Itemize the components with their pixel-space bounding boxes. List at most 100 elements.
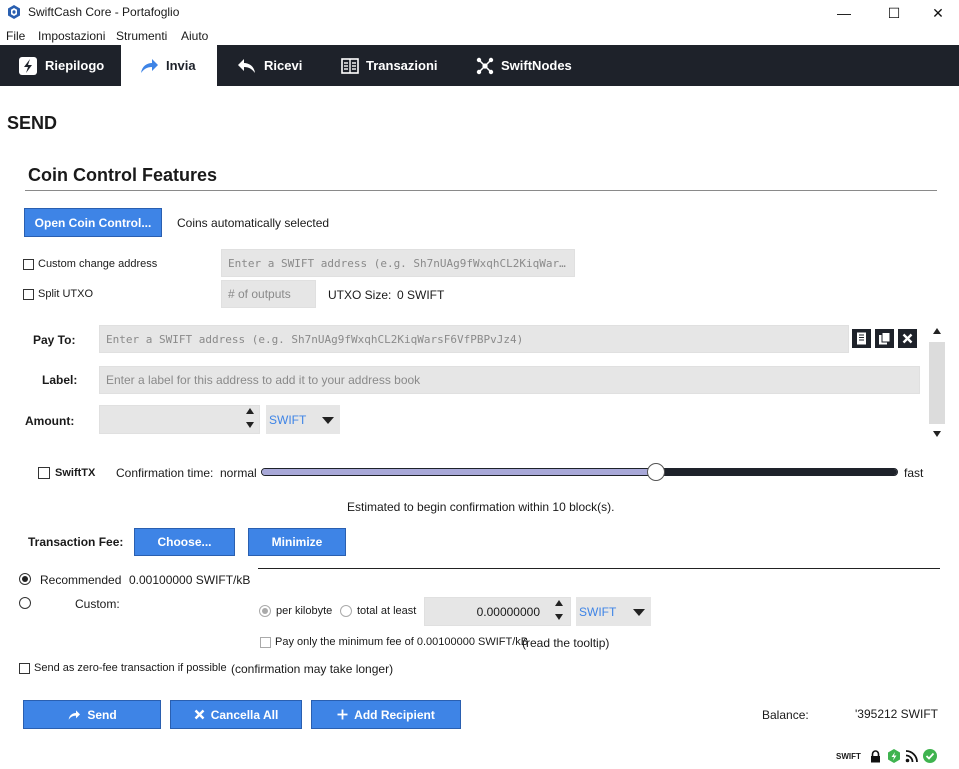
remove-recipient-button[interactable] [898,329,917,348]
menu-bar: File Impostazioni Strumenti Aiuto [0,26,959,45]
spin-down-icon[interactable] [245,420,255,429]
label-label: Label: [42,373,78,387]
per-kilobyte-radio[interactable] [259,605,271,617]
close-icon [194,709,205,720]
menu-settings[interactable]: Impostazioni [38,29,105,43]
chevron-down-icon [322,416,334,424]
custom-fee-radio[interactable] [19,597,31,609]
slider-fill-fast [654,469,897,475]
coin-control-title: Coin Control Features [28,165,218,185]
page-title: SEND [7,113,58,133]
tab-swiftnodes[interactable]: SwiftNodes [476,45,572,86]
menu-help[interactable]: Aiuto [181,29,208,43]
send-arrow-icon [141,58,158,73]
tab-receive-label: Ricevi [264,58,303,73]
swiftcash-logo-icon [8,5,20,19]
send-button-label: Send [87,707,117,722]
scroll-up-icon[interactable] [932,327,942,335]
custom-fee-spinner[interactable] [552,599,566,621]
fee-unit-select[interactable]: SWIFT [576,597,651,626]
paste-icon [879,332,891,345]
maximize-button[interactable]: ☐ [871,0,917,26]
confirmation-slider[interactable] [261,468,898,476]
recipients-scrollbar[interactable] [928,324,945,442]
amount-field[interactable] [99,405,260,434]
minimize-fee-label: Minimize [271,535,323,549]
fee-divider [258,568,940,569]
label-input[interactable] [100,367,919,393]
add-recipient-button[interactable]: Add Recipient [311,700,461,729]
menu-file[interactable]: File [6,29,25,43]
tab-overview-label: Riepilogo [45,58,105,73]
pay-to-field[interactable] [99,325,849,353]
tab-send-label: Invia [166,58,196,73]
chevron-down-icon [633,608,645,616]
tooltip-hint: (read the tooltip) [522,636,610,650]
custom-change-address-field[interactable] [221,249,575,277]
coin-control-divider [25,190,937,191]
send-arrow-icon [68,709,81,720]
address-book-button[interactable] [852,329,871,348]
title-bar: SwiftCash Core - Portafoglio — ☐ ✕ [0,0,959,26]
recommended-fee-label: Recommended [40,573,122,587]
clear-all-label: Cancella All [210,707,279,722]
slider-normal-label: normal [220,466,257,480]
minimize-button[interactable]: — [821,0,867,26]
outputs-input[interactable] [222,281,315,307]
scrollbar-thumb[interactable] [929,342,945,424]
zero-fee-checkbox[interactable] [19,663,30,674]
custom-fee-input[interactable] [425,598,570,625]
slider-fast-label: fast [904,466,924,480]
min-fee-checkbox[interactable] [260,637,271,648]
balance-value: '395212 SWIFT [855,707,938,721]
utxo-size-value: 0 SWIFT [397,288,445,302]
spin-up-icon[interactable] [245,407,255,416]
spin-down-icon[interactable] [554,612,564,621]
custom-change-checkbox[interactable] [23,259,34,270]
zero-fee-note: (confirmation may take longer) [231,662,394,676]
paste-button[interactable] [875,329,894,348]
recommended-fee-radio[interactable] [19,573,31,585]
spin-up-icon[interactable] [554,599,564,608]
coin-control-status: Coins automatically selected [177,216,330,230]
pay-to-label: Pay To: [33,333,76,347]
per-kilobyte-label: per kilobyte [276,605,333,617]
slider-handle[interactable] [646,463,665,481]
maximize-icon: ☐ [887,4,901,21]
minimize-fee-button[interactable]: Minimize [248,528,346,556]
synced-check-icon [923,749,937,763]
pay-to-input[interactable] [100,326,848,352]
slider-fill-normal [262,469,657,475]
tab-send[interactable]: Invia [121,45,217,86]
zero-fee-label: Send as zero-fee transaction if possible [34,662,227,674]
send-button[interactable]: Send [23,700,161,729]
minimize-icon: — [837,5,851,21]
custom-change-address-input[interactable] [222,250,574,276]
open-coin-control-button[interactable]: Open Coin Control... [24,208,162,237]
transaction-fee-label: Transaction Fee: [28,535,124,549]
tab-overview[interactable]: Riepilogo [18,45,104,86]
outputs-field[interactable] [221,280,316,308]
amount-spinner[interactable] [243,407,257,429]
total-at-least-radio[interactable] [340,605,352,617]
split-utxo-checkbox[interactable] [23,289,34,300]
amount-unit-select[interactable]: SWIFT [266,405,340,434]
total-at-least-label: total at least [357,605,417,617]
custom-fee-label: Custom: [75,597,120,611]
close-button[interactable]: ✕ [915,0,959,26]
menu-tools[interactable]: Strumenti [116,29,167,43]
choose-fee-button[interactable]: Choose... [134,528,235,556]
swifttx-checkbox[interactable] [38,467,50,479]
receive-arrow-icon [238,58,255,73]
amount-input[interactable] [100,406,259,433]
tab-receive[interactable]: Ricevi [237,45,302,86]
close-icon [902,333,913,344]
recommended-fee-value: 0.00100000 SWIFT/kB [129,573,251,587]
clear-all-button[interactable]: Cancella All [170,700,302,729]
custom-fee-field[interactable] [424,597,571,626]
scroll-down-icon[interactable] [932,430,942,438]
label-field[interactable] [99,366,920,394]
address-book-icon [857,332,866,345]
tab-transactions[interactable]: Transazioni [341,45,438,86]
summary-icon [19,56,37,75]
